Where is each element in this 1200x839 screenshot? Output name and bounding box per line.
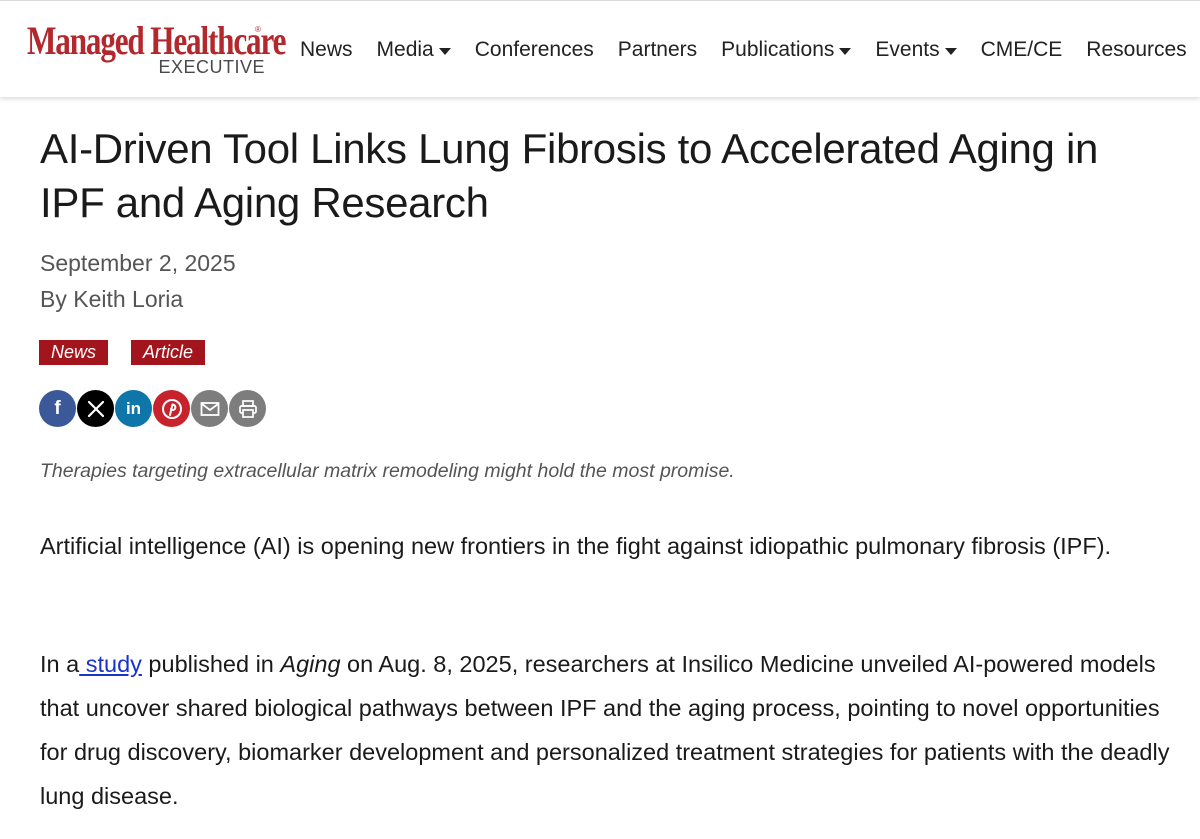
linkedin-icon: in — [125, 398, 142, 418]
logo-registered-mark: ® — [255, 25, 261, 34]
article-subtitle: Therapies targeting extracellular matrix… — [40, 460, 735, 482]
article-paragraph: Artificial intelligence (AI) is opening … — [40, 533, 1112, 559]
logo-subtitle: EXECUTIVE — [158, 57, 265, 77]
share-bar: f in — [39, 390, 267, 427]
nav-item-label: Events — [875, 38, 940, 61]
nav-item-label: Conferences — [474, 38, 594, 61]
logo-title: Managed Healthcare — [27, 18, 286, 63]
nav-item-publications[interactable]: Publications — [721, 38, 852, 62]
author-byline: By Keith Loria — [40, 286, 184, 312]
email-share-button[interactable] — [191, 390, 228, 427]
site-header: Managed Healthcare ® EXECUTIVE News Medi… — [0, 0, 1200, 97]
nav-item-media[interactable]: Media — [377, 38, 451, 62]
caret-down-icon — [944, 47, 957, 55]
site-logo[interactable]: Managed Healthcare ® EXECUTIVE — [27, 19, 286, 81]
x-icon — [87, 400, 105, 418]
caret-down-icon — [438, 47, 451, 55]
article-title: AI-Driven Tool Links Lung Fibrosis to Ac… — [40, 125, 1099, 226]
paragraph-text: In a — [40, 651, 80, 677]
study-link[interactable]: study — [79, 651, 142, 677]
nav-item-label: Resources — [1086, 38, 1187, 61]
nav-item-partners[interactable]: Partners — [618, 38, 697, 62]
facebook-share-button[interactable]: f — [39, 390, 76, 427]
email-icon — [200, 401, 220, 417]
linkedin-share-button[interactable]: in — [115, 390, 152, 427]
article-tags: News Article — [39, 340, 228, 365]
nav-item-label: Publications — [721, 38, 835, 61]
nav-item-label: Media — [376, 38, 434, 61]
nav-item-label: News — [300, 38, 353, 61]
nav-item-events[interactable]: Events — [875, 38, 957, 62]
paragraph-text: published in — [141, 651, 281, 677]
journal-name: Aging — [280, 651, 341, 677]
nav-item-label: CME/CE — [980, 38, 1063, 61]
nav-item-news[interactable]: News — [300, 38, 353, 62]
main-nav: News Media Conferences Partners Publicat… — [300, 35, 1200, 65]
tag-article[interactable]: Article — [131, 340, 206, 365]
print-icon — [238, 399, 258, 419]
x-share-button[interactable] — [77, 390, 114, 427]
article-paragraph: In a study published in Aging on Aug. 8,… — [40, 642, 1170, 818]
facebook-icon: f — [54, 397, 61, 419]
caret-down-icon — [839, 47, 852, 55]
pinterest-share-button[interactable] — [153, 390, 190, 427]
pinterest-icon — [161, 398, 183, 420]
nav-item-resources[interactable]: Resources — [1086, 38, 1186, 62]
print-button[interactable] — [229, 390, 266, 427]
nav-item-label: Partners — [617, 38, 698, 61]
nav-item-conferences[interactable]: Conferences — [475, 38, 594, 62]
tag-news[interactable]: News — [39, 340, 109, 365]
publish-date: September 2, 2025 — [40, 250, 236, 276]
nav-item-cme-ce[interactable]: CME/CE — [981, 38, 1063, 62]
